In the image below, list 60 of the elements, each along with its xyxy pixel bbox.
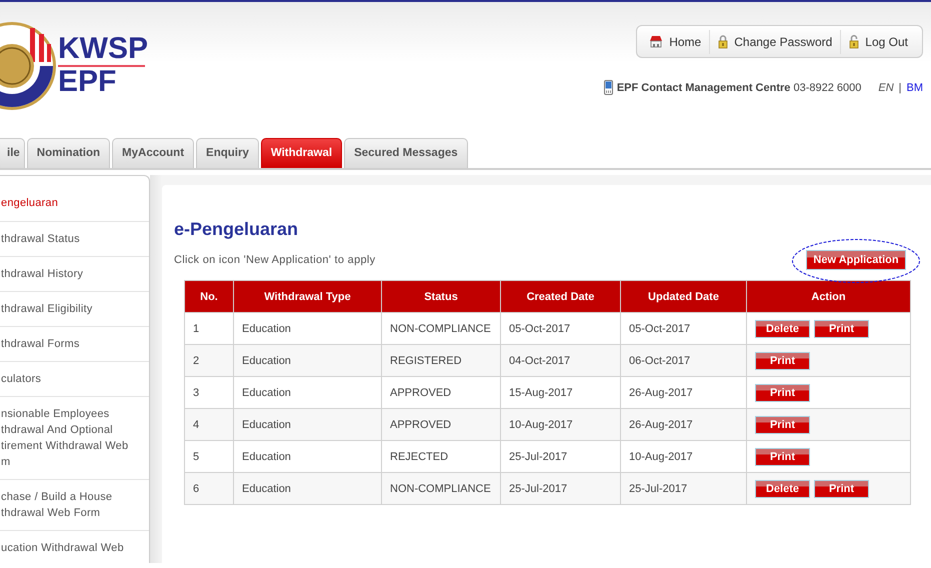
page-title: e-Pengeluaran xyxy=(174,219,300,240)
table-cell: Education xyxy=(234,472,382,504)
language-link[interactable]: EN xyxy=(878,82,894,94)
action-button[interactable]: Print xyxy=(755,448,810,466)
column-header: No. xyxy=(184,280,234,312)
nav-link[interactable]: Log Out xyxy=(840,30,916,54)
padlock-icon xyxy=(849,34,860,48)
table-cell: 4 xyxy=(184,408,234,440)
column-header: Updated Date xyxy=(620,280,746,312)
column-header: Action xyxy=(746,280,910,312)
table-cell: Education xyxy=(234,408,382,440)
action-button[interactable]: Print xyxy=(755,416,810,434)
table-cell: 25-Jul-2017 xyxy=(500,472,620,504)
logo-text: KWSP xyxy=(58,34,145,67)
table-cell: NON-COMPLIANCE xyxy=(382,472,500,504)
sidebar-link[interactable]: thdrawal History xyxy=(0,257,149,292)
table-cell: 2 xyxy=(184,344,234,376)
action-button[interactable]: Print xyxy=(814,480,869,498)
nav-tab[interactable]: Withdrawal xyxy=(260,138,342,168)
sidebar-link[interactable]: culators xyxy=(0,362,149,397)
action-button[interactable]: Print xyxy=(755,384,810,402)
table-cell: 26-Aug-2017 xyxy=(620,408,746,440)
nav-tab[interactable]: MyAccount xyxy=(112,138,194,168)
sidebar-link[interactable]: thdrawal Status xyxy=(0,222,149,257)
table-cell: 25-Jul-2017 xyxy=(620,472,746,504)
table-cell: Education xyxy=(234,344,382,376)
nav-link[interactable]: Home xyxy=(649,30,710,54)
sidebar-link[interactable]: chase / Build a House thdrawal Web Form xyxy=(0,480,149,531)
padlock-icon xyxy=(718,34,728,48)
column-header: Created Date xyxy=(500,280,620,312)
phone-icon xyxy=(604,80,613,95)
sidebar-link[interactable]: engeluaran xyxy=(0,181,149,222)
nav-link[interactable]: Change Password xyxy=(709,30,840,54)
sidebar-link[interactable]: ucation Withdrawal Web xyxy=(0,531,149,563)
instruction-text: Click on icon 'New Application' to apply xyxy=(174,254,376,266)
new-application-button[interactable]: New Application xyxy=(806,250,906,270)
table-cell: 06-Oct-2017 xyxy=(620,344,746,376)
column-header: Withdrawal Type xyxy=(234,280,382,312)
nav-tab[interactable]: Secured Messages xyxy=(344,138,468,168)
house-icon xyxy=(649,35,664,48)
sidebar-link[interactable]: thdrawal Forms xyxy=(0,327,149,362)
nav-tab[interactable]: ile xyxy=(0,138,25,168)
action-button[interactable]: Print xyxy=(755,352,810,370)
table-cell: APPROVED xyxy=(382,408,500,440)
nav-tab[interactable]: Nomination xyxy=(26,138,110,168)
table-cell: 04-Oct-2017 xyxy=(500,344,620,376)
action-button[interactable]: Delete xyxy=(755,480,810,498)
table-cell: 10-Aug-2017 xyxy=(500,408,620,440)
action-button[interactable]: Delete xyxy=(755,320,810,338)
table-cell: REGISTERED xyxy=(382,344,500,376)
nav-tab[interactable]: Enquiry xyxy=(196,138,259,168)
separator-text: | xyxy=(898,82,902,94)
table-cell: 6 xyxy=(184,472,234,504)
contact-info: EPF Contact Management Centre 03-8922 6000 xyxy=(616,82,862,94)
sidebar-link[interactable]: thdrawal Eligibility xyxy=(0,292,149,327)
action-button[interactable]: Print xyxy=(814,320,869,338)
column-header: Status xyxy=(382,280,500,312)
sidebar-link[interactable]: nsionable Employees thdrawal And Optional tirement Withdrawal Web m xyxy=(0,397,149,480)
language-link[interactable]: BM xyxy=(906,82,923,94)
logo-text: EPF xyxy=(58,67,118,97)
